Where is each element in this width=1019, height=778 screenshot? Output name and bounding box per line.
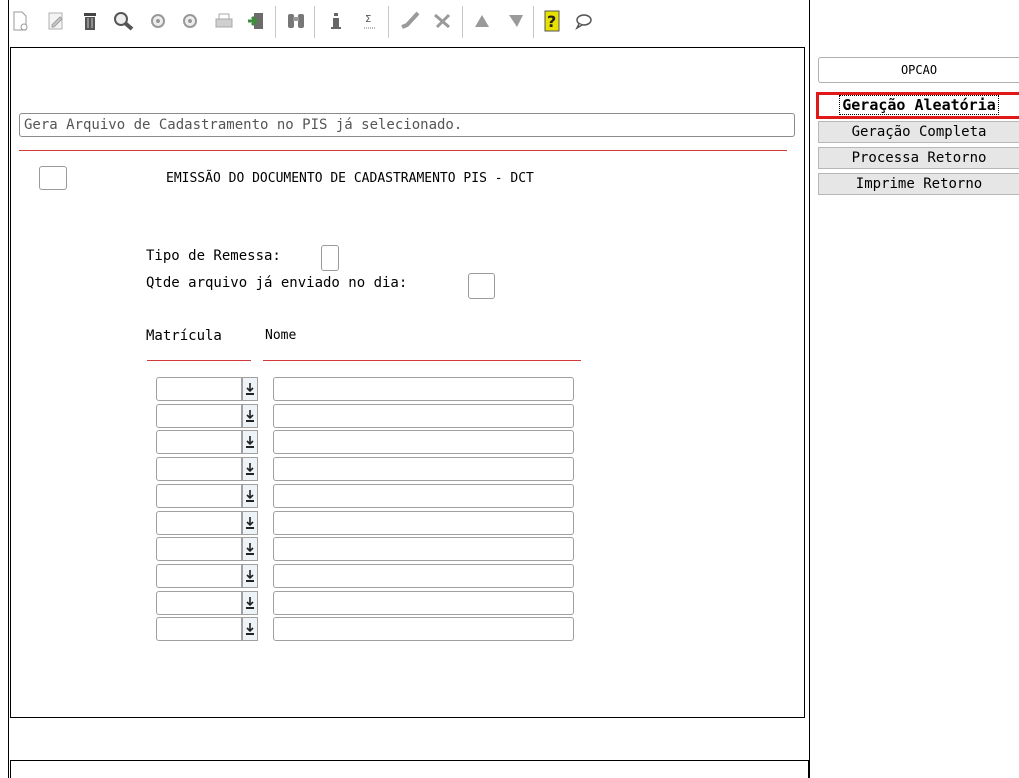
toolbar-separator xyxy=(533,6,534,38)
divider-line xyxy=(19,150,787,151)
help-icon[interactable]: ? xyxy=(540,8,564,34)
svg-text:?: ? xyxy=(547,12,556,31)
new-document-icon[interactable] xyxy=(8,8,32,34)
toolbar-separator xyxy=(314,6,315,38)
opcao-header: OPCAO xyxy=(818,57,1019,83)
comment-icon[interactable] xyxy=(572,8,596,34)
lookup-arrow-icon[interactable] xyxy=(242,483,258,508)
option-geracao-completa[interactable]: Geração Completa xyxy=(818,121,1019,143)
search-icon[interactable] xyxy=(112,8,136,34)
nome-input[interactable] xyxy=(273,590,574,615)
check-icon[interactable] xyxy=(398,8,422,34)
edit-icon[interactable] xyxy=(44,8,68,34)
nome-input[interactable] xyxy=(273,377,574,401)
select-checkbox[interactable] xyxy=(39,166,67,190)
matricula-input[interactable] xyxy=(156,563,242,588)
table-row xyxy=(156,510,576,535)
table-row xyxy=(156,430,576,455)
up-icon[interactable] xyxy=(470,8,494,34)
matricula-input[interactable] xyxy=(156,377,242,401)
nome-header: Nome xyxy=(265,328,297,343)
qtde-arquivo-label: Qtde arquivo já enviado no dia: xyxy=(146,275,408,291)
matricula-header: Matrícula xyxy=(146,328,222,344)
nome-input[interactable] xyxy=(273,563,574,588)
nome-input[interactable] xyxy=(273,617,574,642)
matricula-input[interactable] xyxy=(156,457,242,482)
option-processa-retorno[interactable]: Processa Retorno xyxy=(818,147,1019,169)
lookup-arrow-icon[interactable] xyxy=(242,617,258,642)
nome-header-underline xyxy=(263,360,581,361)
table-row xyxy=(156,617,576,642)
toolbar: Σ ? xyxy=(0,0,810,42)
form-title: EMISSÃO DO DOCUMENTO DE CADASTRAMENTO PI… xyxy=(166,171,534,186)
bottom-panel xyxy=(10,760,809,778)
nome-input[interactable] xyxy=(273,457,574,482)
nome-input[interactable] xyxy=(273,483,574,508)
svg-text:Σ: Σ xyxy=(365,14,371,25)
matricula-input[interactable] xyxy=(156,483,242,508)
option-imprime-retorno[interactable]: Imprime Retorno xyxy=(818,173,1019,195)
lookup-arrow-icon[interactable] xyxy=(242,563,258,588)
circle-icon-2[interactable] xyxy=(178,8,202,34)
matricula-header-underline xyxy=(147,360,251,361)
lookup-arrow-icon[interactable] xyxy=(242,510,258,535)
binoculars-icon[interactable] xyxy=(284,8,308,34)
lookup-arrow-icon[interactable] xyxy=(242,403,258,428)
matricula-input[interactable] xyxy=(156,403,242,428)
toolbar-separator xyxy=(388,6,389,38)
option-geracao-aleatoria[interactable]: Geração Aleatória xyxy=(816,92,1019,119)
print-icon[interactable] xyxy=(212,8,236,34)
nome-input[interactable] xyxy=(273,537,574,562)
table-row xyxy=(156,403,576,428)
option-label: Geração Aleatória xyxy=(839,95,999,115)
matricula-input[interactable] xyxy=(156,537,242,562)
exit-icon[interactable] xyxy=(244,8,268,34)
main-panel: Gera Arquivo de Cadastramento no PIS já … xyxy=(10,47,805,718)
table-row xyxy=(156,537,576,562)
matricula-input[interactable] xyxy=(156,617,242,642)
qtde-arquivo-field[interactable] xyxy=(468,273,495,299)
circle-icon[interactable] xyxy=(146,8,170,34)
lookup-arrow-icon[interactable] xyxy=(242,430,258,455)
matricula-input[interactable] xyxy=(156,510,242,535)
toolbar-separator xyxy=(275,6,276,38)
filter-icon[interactable] xyxy=(504,8,528,34)
tipo-remessa-label: Tipo de Remessa: xyxy=(146,248,281,264)
lookup-arrow-icon[interactable] xyxy=(242,457,258,482)
toolbar-separator xyxy=(462,6,463,38)
table-row xyxy=(156,483,576,508)
table-row xyxy=(156,563,576,588)
cancel-icon[interactable] xyxy=(430,8,454,34)
lookup-arrow-icon[interactable] xyxy=(242,590,258,615)
table-row xyxy=(156,377,576,401)
table-row xyxy=(156,590,576,615)
nome-input[interactable] xyxy=(273,430,574,455)
frame-right-border xyxy=(809,0,810,778)
trash-icon[interactable] xyxy=(78,8,102,34)
frame-left-border xyxy=(8,0,9,778)
status-message: Gera Arquivo de Cadastramento no PIS já … xyxy=(19,113,795,137)
matricula-input[interactable] xyxy=(156,430,242,455)
nome-input[interactable] xyxy=(273,403,574,428)
lookup-arrow-icon[interactable] xyxy=(242,377,258,401)
info-icon[interactable] xyxy=(324,8,348,34)
table-row xyxy=(156,457,576,482)
tipo-remessa-field[interactable] xyxy=(321,245,339,271)
nome-input[interactable] xyxy=(273,510,574,535)
matricula-input[interactable] xyxy=(156,590,242,615)
lookup-arrow-icon[interactable] xyxy=(242,537,258,562)
sigma-icon[interactable]: Σ xyxy=(358,8,382,34)
